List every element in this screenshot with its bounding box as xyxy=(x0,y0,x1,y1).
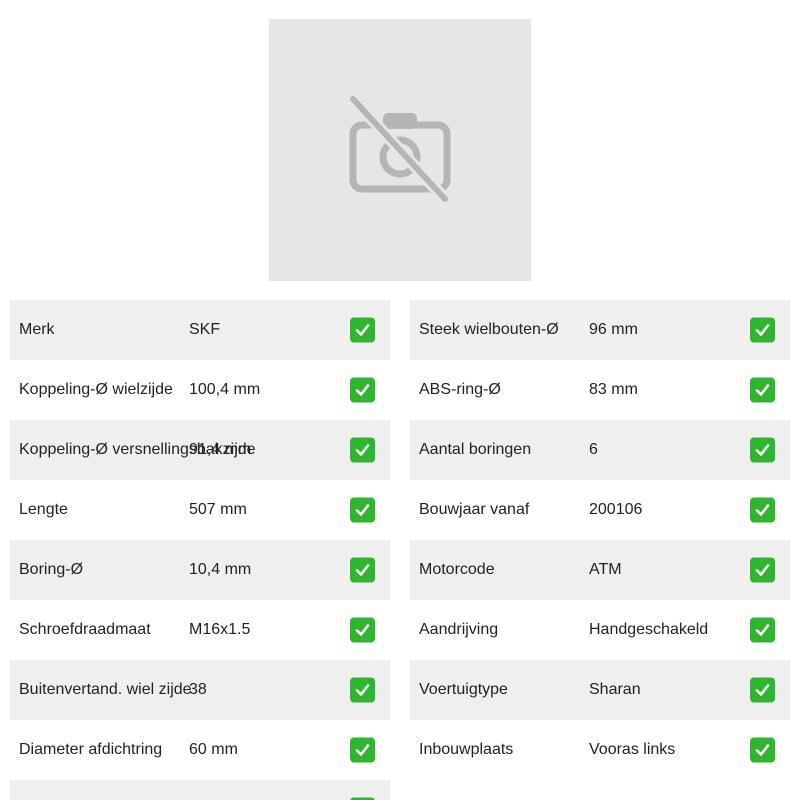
check-icon xyxy=(350,737,375,763)
spec-table-left: Merk SKF Koppeling-Ø wielzijde 100,4 mm … xyxy=(10,300,390,800)
check-icon xyxy=(750,677,775,703)
spec-label: Lengte xyxy=(19,501,68,518)
spec-label: Motorcode xyxy=(419,561,495,578)
check-icon xyxy=(750,377,775,403)
spec-label: Aantal boringen xyxy=(419,441,532,458)
check-icon xyxy=(350,377,375,403)
spec-row: Motorcode ATM xyxy=(410,540,790,600)
spec-value: 10,4 mm xyxy=(189,561,252,578)
spec-label: Merk xyxy=(19,321,55,338)
spec-row: Steek wielbouten-Ø 96 mm xyxy=(410,300,790,360)
check-icon xyxy=(350,617,375,643)
spec-label: Diameter afdichtring xyxy=(19,741,163,758)
check-icon xyxy=(750,617,775,643)
check-icon xyxy=(350,677,375,703)
spec-value: 100,4 mm xyxy=(189,381,261,398)
spec-label: Buitenvertand. wiel zijde xyxy=(19,681,192,698)
spec-row: Diameter afdichtring 60 mm xyxy=(10,720,390,780)
spec-value: 60 mm xyxy=(189,741,238,758)
spec-label: Schroefdraadmaat xyxy=(19,621,151,638)
spec-value: 6 xyxy=(589,441,598,458)
spec-value: Handgeschakeld xyxy=(589,621,709,638)
spec-value: 96 mm xyxy=(589,321,638,338)
spec-label: Inbouwplaats xyxy=(419,741,514,758)
spec-label: Koppeling-Ø wielzijde xyxy=(19,381,173,398)
check-icon xyxy=(750,737,775,763)
product-image-placeholder xyxy=(269,19,531,281)
check-icon xyxy=(350,437,375,463)
spec-value: Vooras links xyxy=(589,741,676,758)
spec-label: Steek wielbouten-Ø xyxy=(419,321,559,338)
spec-value: Sharan xyxy=(589,681,641,698)
spec-label: ABS-ring-Ø xyxy=(419,381,501,398)
camera-off-icon xyxy=(348,95,451,204)
spec-label: Aandrijving xyxy=(419,621,499,638)
spec-label: Voertuigtype xyxy=(419,681,508,698)
spec-row: Schroefdraadmaat M16x1.5 xyxy=(10,600,390,660)
spec-row: Aandrijving Handgeschakeld xyxy=(410,600,790,660)
spec-row: Bouwjaar vanaf 200106 xyxy=(410,480,790,540)
product-page: Merk SKF Koppeling-Ø wielzijde 100,4 mm … xyxy=(0,0,800,800)
spec-value: 91,4 mm xyxy=(189,441,252,458)
spec-table-right: Steek wielbouten-Ø 96 mm ABS-ring-Ø 83 m… xyxy=(410,300,790,780)
spec-value: ATM xyxy=(589,561,622,578)
spec-value: SKF xyxy=(189,321,221,338)
spec-label: Boring-Ø xyxy=(19,561,84,578)
spec-row: Koppeling-Ø wielzijde 100,4 mm xyxy=(10,360,390,420)
spec-value: 83 mm xyxy=(589,381,638,398)
check-icon xyxy=(350,497,375,523)
check-icon xyxy=(750,317,775,343)
spec-row: Merk SKF xyxy=(10,300,390,360)
spec-row: Voertuigtype Sharan xyxy=(410,660,790,720)
check-icon xyxy=(750,437,775,463)
spec-row: Inbouwplaats Vooras links xyxy=(410,720,790,780)
spec-value: 38 xyxy=(189,681,207,698)
spec-label: Bouwjaar vanaf xyxy=(419,501,530,518)
spec-value: M16x1.5 xyxy=(189,621,251,638)
check-icon xyxy=(350,557,375,583)
spec-row xyxy=(10,780,390,800)
spec-value: 507 mm xyxy=(189,501,247,518)
check-icon xyxy=(350,317,375,343)
spec-row: Aantal boringen 6 xyxy=(410,420,790,480)
check-icon xyxy=(750,497,775,523)
spec-value: 200106 xyxy=(589,501,643,518)
spec-row: Koppeling-Ø versnellingsbakzijde 91,4 mm xyxy=(10,420,390,480)
spec-row: Buitenvertand. wiel zijde 38 xyxy=(10,660,390,720)
spec-row: Boring-Ø 10,4 mm xyxy=(10,540,390,600)
spec-row: Lengte 507 mm xyxy=(10,480,390,540)
spec-row: ABS-ring-Ø 83 mm xyxy=(410,360,790,420)
check-icon xyxy=(750,557,775,583)
